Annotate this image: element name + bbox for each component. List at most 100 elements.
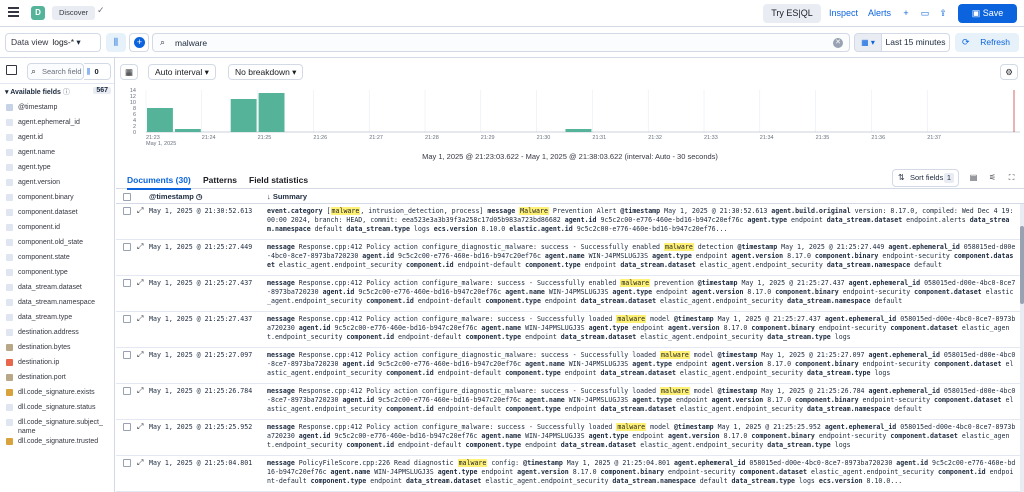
share-icon[interactable]: ⇪ (936, 5, 950, 21)
row-summary: message Response.cpp:412 Policy action c… (267, 279, 1016, 306)
expand-row-icon[interactable]: ⤢ (137, 242, 143, 251)
query-input[interactable] (175, 36, 775, 49)
clear-icon[interactable]: ✕ (833, 38, 843, 48)
row-checkbox[interactable] (123, 387, 131, 395)
expand-row-icon[interactable]: ⤢ (137, 314, 143, 323)
menu-icon[interactable] (8, 7, 19, 17)
chevron-down-icon: ▾ (202, 67, 209, 77)
table-row[interactable]: ⤢ May 1, 2025 @ 21:25:27.449 message Respo… (116, 240, 1024, 276)
field-item[interactable]: agent.name (3, 147, 112, 162)
row-checkbox[interactable] (123, 459, 131, 467)
open-folder-icon[interactable]: ▭ (918, 5, 932, 21)
try-esql-button[interactable]: Try ES|QL (763, 4, 821, 23)
expand-row-icon[interactable]: ⤢ (137, 386, 143, 395)
table-row[interactable]: ⤢ May 1, 2025 @ 21:25:25.952 message Respo… (116, 420, 1024, 456)
histogram-bar[interactable] (174, 129, 201, 132)
select-all-checkbox[interactable] (123, 193, 131, 201)
alerts-link[interactable]: Alerts (868, 4, 891, 23)
histogram-bar[interactable] (258, 93, 285, 132)
field-item[interactable]: dll.code_signature.subject_name (3, 417, 112, 436)
field-item[interactable]: component.id (3, 222, 112, 237)
field-item[interactable]: dll.code_signature.status (3, 402, 112, 417)
histogram-svg: 1412108642021:23May 1, 202521:24 21:25 21:… (130, 88, 1020, 147)
expand-row-icon[interactable]: ⤢ (137, 422, 143, 431)
row-checkbox[interactable] (123, 279, 131, 287)
table-row[interactable]: ⤢ May 1, 2025 @ 21:25:27.437 message Respo… (116, 312, 1024, 348)
add-filter-button[interactable]: + (129, 33, 149, 52)
row-checkbox[interactable] (123, 351, 131, 359)
table-row[interactable]: ⤢ May 1, 2025 @ 21:25:27.097 message Respo… (116, 348, 1024, 384)
sort-fields-button[interactable]: Sort fields1 (892, 169, 959, 187)
interval-select[interactable]: Auto interval ▾ (148, 64, 216, 80)
time-range-display[interactable]: Last 15 minutes (882, 33, 950, 52)
field-item[interactable]: component.old_state (3, 237, 112, 252)
table-row[interactable]: ⤢ May 1, 2025 @ 21:30:52.613 event.categor… (116, 204, 1024, 240)
row-timestamp: May 1, 2025 @ 21:25:27.097 (149, 351, 253, 359)
field-item[interactable]: agent.id (3, 132, 112, 147)
expand-row-icon[interactable]: ⤢ (137, 278, 143, 287)
field-search-input[interactable]: Search field names (27, 63, 84, 80)
space-avatar[interactable]: D (31, 6, 45, 20)
breadcrumb-discover[interactable]: Discover (52, 6, 96, 20)
field-item[interactable]: dll.code_signature.trusted (3, 436, 112, 451)
density-icon[interactable]: ▤ (966, 170, 981, 186)
breakdown-select[interactable]: No breakdown ▾ (228, 64, 304, 80)
field-item[interactable]: agent.ephemeral_id (3, 117, 112, 132)
col-header-timestamp[interactable]: @timestamp ◷ (149, 192, 202, 201)
data-view-picker[interactable]: Data view logs-* ▾ (5, 33, 101, 52)
field-item[interactable]: component.dataset (3, 207, 112, 222)
new-icon[interactable]: + (899, 5, 913, 21)
field-item[interactable]: component.state (3, 252, 112, 267)
field-item[interactable]: data_stream.dataset (3, 282, 112, 297)
fullscreen-icon[interactable]: ⛶ (1004, 170, 1019, 186)
field-item[interactable]: @timestamp (3, 102, 112, 117)
field-item[interactable]: agent.version (3, 177, 112, 192)
date-quick-menu-button[interactable]: ▦ ▾ (854, 33, 882, 52)
col-header-summary[interactable]: ↓ Summary (267, 192, 307, 201)
histogram-bar[interactable] (230, 99, 257, 132)
table-row[interactable]: ⤢ May 1, 2025 @ 21:25:27.437 message Respo… (116, 276, 1024, 312)
table-row[interactable]: ⤢ May 1, 2025 @ 21:25:26.784 message Respo… (116, 384, 1024, 420)
filter-menu-button[interactable]: ⫼ (106, 33, 126, 52)
field-item[interactable]: data_stream.namespace (3, 297, 112, 312)
expand-row-icon[interactable]: ⤢ (137, 206, 143, 215)
chart-actions-icon[interactable]: ⚙ (1000, 64, 1018, 80)
row-checkbox[interactable] (123, 423, 131, 431)
histogram-bar[interactable] (565, 129, 592, 132)
x-tick-label: 21:34 (760, 135, 774, 141)
save-button[interactable]: ▣ Save (958, 4, 1017, 23)
field-item[interactable]: destination.ip (3, 357, 112, 372)
field-item[interactable]: destination.bytes (3, 342, 112, 357)
tab-field-statistics[interactable]: Field statistics (249, 175, 308, 185)
histogram-bar[interactable] (147, 108, 173, 132)
collapse-sidebar-icon[interactable] (6, 65, 17, 75)
field-item[interactable]: dll.code_signature.exists (3, 387, 112, 402)
row-checkbox[interactable] (123, 207, 131, 215)
field-list: @timestamp agent.ephemeral_id agent.id agen… (3, 102, 112, 451)
tab-documents[interactable]: Documents (30) (127, 175, 191, 190)
field-item[interactable]: component.binary (3, 192, 112, 207)
field-item[interactable]: component.type (3, 267, 112, 282)
field-filter-button[interactable]: ⫼ 0 (84, 63, 111, 80)
expand-row-icon[interactable]: ⤢ (137, 458, 143, 467)
row-checkbox[interactable] (123, 243, 131, 251)
inspect-link[interactable]: Inspect (829, 4, 858, 23)
chart-options-icon[interactable]: ▦ (120, 64, 138, 80)
table-row[interactable]: ⤢ May 1, 2025 @ 21:25:04.801 message Polic… (116, 456, 1024, 492)
tab-patterns[interactable]: Patterns (203, 175, 237, 185)
row-summary: message Response.cpp:412 Policy action c… (267, 243, 1016, 270)
available-fields-header[interactable]: ▾ Available fields ⓘ 567 (5, 87, 111, 99)
field-item[interactable]: destination.port (3, 372, 112, 387)
x-tick-label: 21:27 (369, 135, 383, 141)
grid-scrollbar[interactable] (1020, 204, 1024, 492)
query-search-field[interactable]: ⌕ ✕ (152, 33, 850, 52)
field-item[interactable]: data_stream.type (3, 312, 112, 327)
field-item[interactable]: destination.address (3, 327, 112, 342)
clock-icon: ◷ (193, 192, 203, 201)
field-item[interactable]: agent.type (3, 162, 112, 177)
available-fields-count: 567 (93, 87, 111, 94)
display-settings-icon[interactable]: ⚟ (985, 170, 1000, 186)
expand-row-icon[interactable]: ⤢ (137, 350, 143, 359)
refresh-button[interactable]: Refresh (955, 33, 1019, 52)
row-checkbox[interactable] (123, 315, 131, 323)
